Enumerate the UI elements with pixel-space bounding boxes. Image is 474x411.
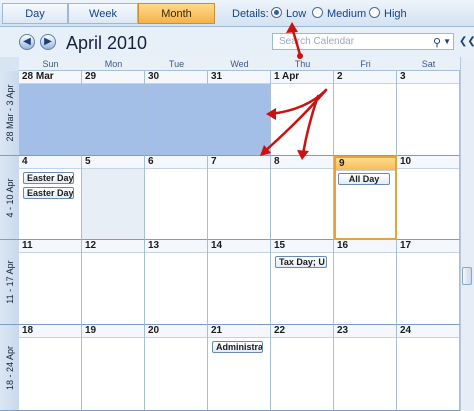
day-date: 6	[145, 156, 207, 169]
day-cell[interactable]: 5	[82, 156, 145, 240]
details-medium-label[interactable]: Medium	[327, 8, 366, 20]
day-date: 11	[19, 240, 81, 253]
day-cell[interactable]: 16	[334, 240, 397, 325]
day-date: 3	[397, 71, 459, 84]
view-toolbar: Day Week Month Details: Low Medium High	[0, 0, 474, 27]
day-cell[interactable]: 12	[82, 240, 145, 325]
event-easter-day[interactable]: Easter Day	[23, 187, 74, 199]
day-cell[interactable]: 10	[397, 156, 460, 240]
weekday-header: Sun	[19, 57, 82, 71]
day-cell[interactable]: 14	[208, 240, 271, 325]
event-all-day[interactable]: All Day	[338, 173, 390, 185]
week-label-text: 11 - 17 Apr	[4, 260, 15, 304]
day-date: 18	[19, 325, 81, 338]
arrow-right-icon[interactable]: ▶	[40, 34, 56, 50]
week-label-text: 28 Mar - 3 Apr	[4, 84, 15, 142]
day-date: 8	[271, 156, 333, 169]
arrow-left-icon[interactable]: ◀	[19, 34, 35, 50]
page-title: April 2010	[66, 33, 148, 53]
details-low-radio[interactable]	[271, 7, 282, 18]
day-date: 15	[271, 240, 333, 253]
day-date: 4	[19, 156, 81, 169]
day-date: 12	[82, 240, 144, 253]
week-label-text: 18 - 24 Apr	[4, 345, 15, 390]
day-date: 13	[145, 240, 207, 253]
day-cell[interactable]: 1 Apr	[271, 71, 334, 156]
day-cell[interactable]: 31	[208, 71, 271, 156]
day-date: 2	[334, 71, 396, 84]
week-label[interactable]: 28 Mar - 3 Apr	[0, 71, 19, 156]
day-cell[interactable]: 3	[397, 71, 460, 156]
details-medium-radio[interactable]	[312, 7, 323, 18]
day-date: 30	[145, 71, 207, 84]
day-date: 20	[145, 325, 207, 338]
scrollbar-thumb[interactable]	[462, 267, 472, 285]
search-box[interactable]: ⚲ ▼	[272, 33, 454, 50]
details-low-label[interactable]: Low	[286, 8, 306, 20]
collapse-icon[interactable]: ❮❮	[459, 36, 474, 47]
day-cell[interactable]: 8	[271, 156, 334, 240]
tab-day[interactable]: Day	[2, 3, 68, 24]
day-date: 24	[397, 325, 459, 338]
day-cell[interactable]: 29	[82, 71, 145, 156]
weekday-header: Thu	[271, 57, 334, 71]
event-administra[interactable]: Administra	[212, 341, 263, 353]
search-icon[interactable]: ⚲	[433, 36, 441, 49]
day-cell[interactable]: 22	[271, 325, 334, 411]
chevron-down-icon[interactable]: ▼	[443, 37, 451, 46]
weekday-header: Sat	[397, 57, 460, 71]
day-cell[interactable]: 23	[334, 325, 397, 411]
details-label: Details:	[232, 8, 269, 20]
search-input[interactable]	[279, 35, 429, 48]
event-easter-day[interactable]: Easter Day	[23, 172, 74, 184]
day-cell[interactable]: 24	[397, 325, 460, 411]
weekday-header: Fri	[334, 57, 397, 71]
day-date: 5	[82, 156, 144, 169]
day-date: 22	[271, 325, 333, 338]
day-cell[interactable]: 17	[397, 240, 460, 325]
day-date: 7	[208, 156, 270, 169]
day-cell[interactable]: 19	[82, 325, 145, 411]
week-label[interactable]: 18 - 24 Apr	[0, 325, 19, 411]
day-cell[interactable]: 11	[19, 240, 82, 325]
day-date: 14	[208, 240, 270, 253]
day-date: 1 Apr	[271, 71, 333, 84]
weekday-header: Tue	[145, 57, 208, 71]
day-date: 21	[208, 325, 270, 338]
day-cell[interactable]: 2	[334, 71, 397, 156]
details-high-label[interactable]: High	[384, 8, 407, 20]
week-label[interactable]: 4 - 10 Apr	[0, 156, 19, 240]
day-cell[interactable]: 28 Mar	[19, 71, 82, 156]
day-cell[interactable]: 21	[208, 325, 271, 411]
day-date: 10	[397, 156, 459, 169]
week-label-text: 4 - 10 Apr	[4, 177, 15, 218]
day-cell[interactable]: 18	[19, 325, 82, 411]
tab-month[interactable]: Month	[138, 3, 215, 24]
day-date: 17	[397, 240, 459, 253]
weekday-header: Mon	[82, 57, 145, 71]
day-cell[interactable]: 15	[271, 240, 334, 325]
vertical-scrollbar[interactable]	[460, 57, 474, 411]
details-high-radio[interactable]	[369, 7, 380, 18]
day-date: 23	[334, 325, 396, 338]
day-date: 28 Mar	[19, 71, 81, 84]
day-date: 19	[82, 325, 144, 338]
day-cell[interactable]: 13	[145, 240, 208, 325]
tab-week[interactable]: Week	[68, 3, 138, 24]
weekday-header: Wed	[208, 57, 271, 71]
event-tax-day[interactable]: Tax Day; U	[275, 256, 327, 268]
day-date: 29	[82, 71, 144, 84]
day-cell[interactable]: 30	[145, 71, 208, 156]
week-label[interactable]: 11 - 17 Apr	[0, 240, 19, 325]
day-cell[interactable]: 6	[145, 156, 208, 240]
day-date: 16	[334, 240, 396, 253]
day-date: 31	[208, 71, 270, 84]
day-date: 9	[336, 158, 395, 171]
day-cell[interactable]: 7	[208, 156, 271, 240]
day-cell-today[interactable]: 9	[334, 156, 397, 240]
day-cell[interactable]: 20	[145, 325, 208, 411]
